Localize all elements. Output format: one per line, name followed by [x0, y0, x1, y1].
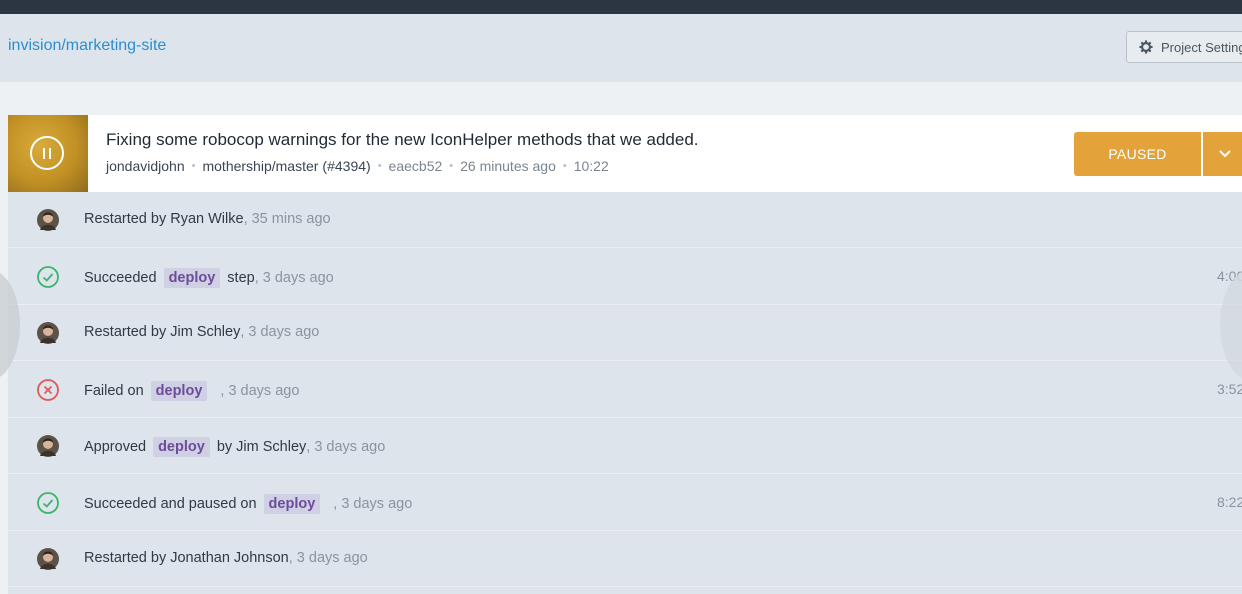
- check-circle-icon: [36, 491, 60, 515]
- chevron-down-icon: [1219, 150, 1231, 158]
- timeline-event-text: Succeeded and paused on deploy , 3 days ag…: [84, 493, 413, 514]
- timeline-event: Succeeded and paused on deploy , 3 days ag…: [8, 475, 1242, 531]
- avatar-icon[interactable]: [36, 434, 60, 458]
- build-commit[interactable]: eaecb52: [389, 158, 443, 174]
- timeline-event-text: Approved deploy by Jim Schley, 3 days ago: [84, 437, 385, 457]
- timeline-event-text: Restarted by Jonathan Johnson, 3 days ag…: [84, 550, 368, 566]
- timeline-event-text: Failed on deploy , 3 days ago: [84, 380, 300, 401]
- event-description: Succeeded: [84, 269, 157, 286]
- project-settings-button[interactable]: Project Settings: [1126, 31, 1242, 63]
- build-author[interactable]: jondavidjohn: [106, 158, 185, 174]
- avatar-icon[interactable]: [36, 208, 60, 232]
- build-card: Fixing some robocop warnings for the new…: [8, 115, 1242, 192]
- paused-status-button[interactable]: PAUSED: [1074, 132, 1201, 176]
- step-tag[interactable]: deploy: [163, 267, 221, 288]
- build-meta: jondavidjohn • mothership/master (#4394)…: [106, 158, 609, 174]
- event-description: Approved: [84, 439, 147, 455]
- event-time: , 3 days ago: [254, 269, 334, 286]
- avatar-icon[interactable]: [36, 547, 60, 571]
- event-time: , 3 days ago: [333, 495, 413, 512]
- build-relative-time: 26 minutes ago: [460, 158, 556, 174]
- step-tag[interactable]: deploy: [263, 493, 321, 514]
- event-description: Restarted by Jonathan Johnson: [84, 550, 289, 566]
- event-time: , 3 days ago: [220, 382, 300, 399]
- event-description-suffix: step: [227, 269, 255, 286]
- build-duration: 10:22: [573, 158, 609, 174]
- timeline-event-text: Restarted by Jim Schley, 3 days ago: [84, 324, 319, 340]
- timeline-event: Restarted by Jim Schley, 3 days ago: [8, 305, 1242, 361]
- project-settings-label: Project Settings: [1161, 39, 1242, 55]
- project-header: invision/marketing-site Project Settings: [0, 14, 1242, 82]
- event-time: , 35 mins ago: [243, 211, 331, 227]
- pause-icon: [30, 136, 64, 170]
- build-number: (#4394): [322, 158, 371, 174]
- check-circle-icon: [36, 265, 60, 289]
- event-description: Failed on: [84, 382, 144, 399]
- project-name-link[interactable]: invision/marketing-site: [8, 37, 166, 55]
- timeline-event: Failed on deploy , 3 days ago 3:52: [8, 362, 1242, 418]
- x-circle-icon: [36, 378, 60, 402]
- event-description: Restarted by Jim Schley: [84, 324, 241, 340]
- event-description: Restarted by Ryan Wilke: [84, 211, 244, 227]
- event-duration: 8:22: [1217, 493, 1242, 510]
- event-time: , 3 days ago: [306, 439, 386, 455]
- build-title: Fixing some robocop warnings for the new…: [106, 130, 699, 149]
- timeline-event-text: Restarted by Ryan Wilke, 35 mins ago: [84, 211, 331, 227]
- timeline-event: Restarted by Jonathan Johnson, 3 days ag…: [8, 531, 1242, 587]
- timeline-event: Succeeded deploy step, 3 days ago 4:00: [8, 249, 1242, 305]
- build-timeline: Restarted by Ryan Wilke, 35 mins ago Succ…: [8, 192, 1242, 594]
- step-tag[interactable]: deploy: [150, 380, 208, 401]
- status-dropdown-button[interactable]: [1203, 132, 1242, 176]
- top-nav-bar: [0, 0, 1242, 14]
- timeline-event: Approved deploy by Jim Schley, 3 days ago: [8, 418, 1242, 474]
- event-time: , 3 days ago: [288, 550, 368, 566]
- step-tag[interactable]: deploy: [153, 437, 210, 457]
- timeline-event: Restarted by Ryan Wilke, 35 mins ago: [8, 192, 1242, 248]
- event-description: Succeeded and paused on: [84, 495, 257, 512]
- gear-icon: [1139, 40, 1153, 54]
- avatar-icon[interactable]: [36, 321, 60, 345]
- event-duration: 3:52: [1217, 380, 1242, 397]
- timeline-event-text: Succeeded deploy step, 3 days ago: [84, 267, 334, 288]
- build-branch[interactable]: mothership/master: [202, 158, 318, 174]
- event-time: , 3 days ago: [240, 324, 320, 340]
- build-thumbnail[interactable]: [8, 115, 88, 192]
- event-description-suffix: by Jim Schley: [216, 439, 307, 455]
